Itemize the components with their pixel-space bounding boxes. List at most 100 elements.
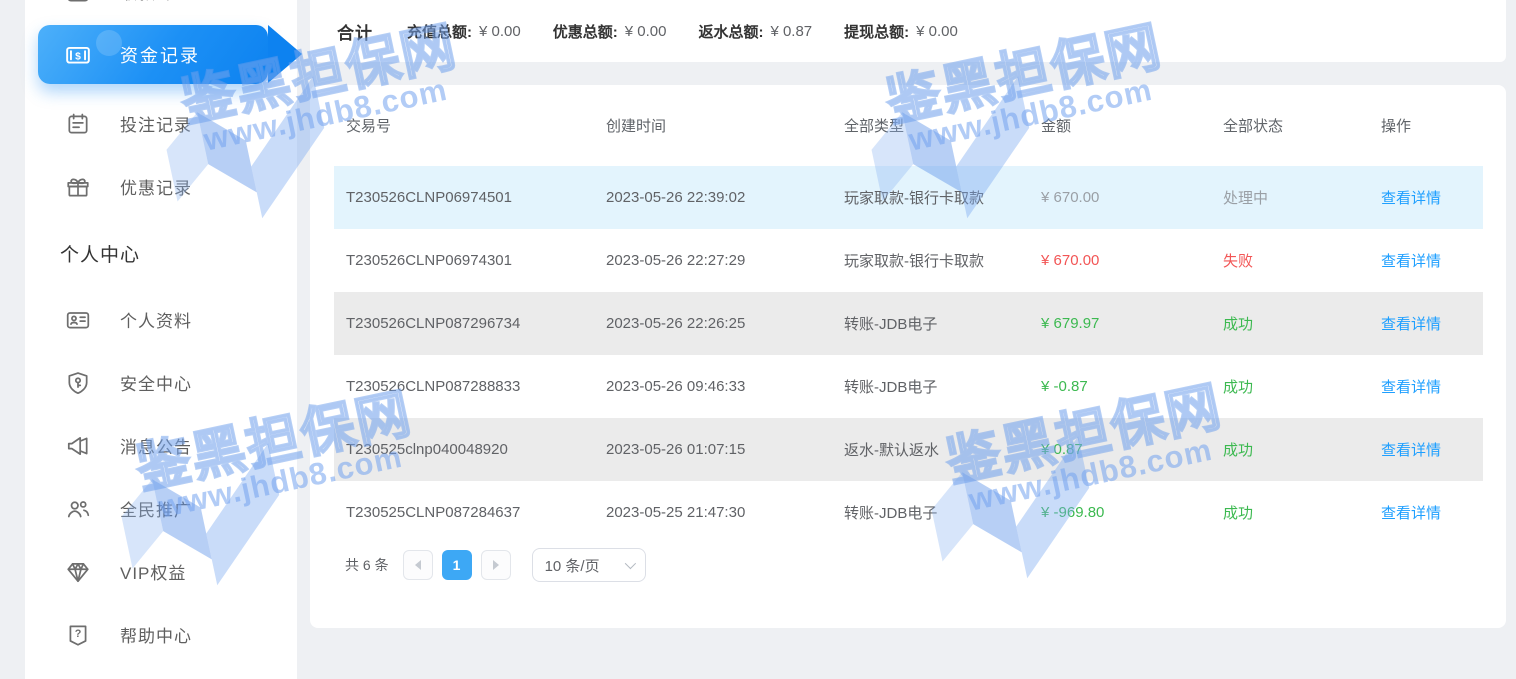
column-header-created-time[interactable]: 创建时间 [606, 115, 844, 136]
summary-bar: 合计 充值总额: ¥ 0.00 优惠总额: ¥ 0.00 返水总额: ¥ 0.8… [310, 0, 1506, 62]
cell-transaction-id: T230526CLNP087296734 [346, 315, 606, 332]
sidebar-item-security-center[interactable]: 安全中心 [25, 351, 297, 414]
cell-created-time: 2023-05-26 22:39:02 [606, 189, 844, 206]
next-arrow-icon [493, 560, 499, 570]
column-header-status[interactable]: 全部状态 [1223, 115, 1381, 136]
view-details-link[interactable]: 查看详情 [1381, 190, 1441, 207]
sidebar-item-promo-records[interactable]: 优惠记录 [25, 155, 297, 218]
cell-status: 成功 [1223, 502, 1381, 523]
view-details-link[interactable]: 查看详情 [1381, 505, 1441, 522]
table-header-row: 交易号 创建时间 全部类型 金额 全部状态 操作 [334, 85, 1482, 166]
help-icon: ? [65, 622, 91, 648]
sidebar-item-profile[interactable]: 个人资料 [25, 288, 297, 351]
summary-item-label: 返水总额: [698, 21, 763, 42]
gift-icon [65, 174, 91, 200]
table-row: T230526CLNP087288833 2023-05-26 09:46:33… [334, 355, 1483, 418]
view-details-link[interactable]: 查看详情 [1381, 442, 1441, 459]
shield-key-icon [65, 370, 91, 396]
cell-type: 转账-JDB电子 [844, 376, 1041, 397]
cell-transaction-id: T230526CLNP06974301 [346, 252, 606, 269]
sidebar-item-label: 安全中心 [120, 370, 192, 395]
prev-page-button[interactable] [403, 550, 433, 580]
sidebar-item-label: VIP权益 [120, 559, 186, 584]
diamond-icon [65, 559, 91, 585]
funds-record-table: 交易号 创建时间 全部类型 金额 全部状态 操作 T230526CLNP0697… [310, 85, 1506, 628]
sidebar-item-vip[interactable]: VIP权益 [25, 540, 297, 603]
id-card-icon [65, 307, 91, 333]
page-size-value: 10 条/页 [545, 555, 600, 576]
cell-transaction-id: T230525CLNP087284637 [346, 504, 606, 521]
cell-type: 转账-JDB电子 [844, 313, 1041, 334]
table-row: T230526CLNP06974501 2023-05-26 22:39:02 … [334, 166, 1483, 229]
cell-transaction-id: T230526CLNP06974501 [346, 189, 606, 206]
summary-item: 优惠总额: ¥ 0.00 [553, 21, 667, 42]
column-header-amount[interactable]: 金额 [1041, 115, 1223, 136]
svg-text:$: $ [75, 51, 81, 62]
sidebar-item-label: 资金记录 [120, 42, 200, 68]
sidebar-item-promotion[interactable]: 全民推广 [25, 477, 297, 540]
sidebar-item-label: 帮助中心 [120, 622, 192, 647]
sidebar-item-label: 个人资料 [120, 307, 192, 332]
cell-transaction-id: T230525clnp040048920 [346, 441, 606, 458]
sidebar-item-announcements[interactable]: 消息公告 [25, 414, 297, 477]
megaphone-icon [65, 433, 91, 459]
prev-arrow-icon [415, 560, 421, 570]
view-details-link[interactable]: 查看详情 [1381, 316, 1441, 333]
next-page-button[interactable] [481, 550, 511, 580]
sidebar-item-label: 全民推广 [120, 496, 192, 521]
summary-item-label: 充值总额: [407, 21, 472, 42]
cell-amount: ¥ 670.00 [1041, 252, 1223, 269]
cell-amount: ¥ -969.80 [1041, 504, 1223, 521]
summary-item-label: 提现总额: [844, 21, 909, 42]
summary-item-label: 优惠总额: [553, 21, 618, 42]
table-row: T230525clnp040048920 2023-05-26 01:07:15… [334, 418, 1483, 481]
column-header-transaction-id[interactable]: 交易号 [346, 115, 606, 136]
cell-created-time: 2023-05-26 01:07:15 [606, 441, 844, 458]
table-row: T230525CLNP087284637 2023-05-25 21:47:30… [334, 481, 1483, 544]
cell-type: 返水-默认返水 [844, 439, 1041, 460]
view-details-link[interactable]: 查看详情 [1381, 253, 1441, 270]
sidebar-item-label: 优惠记录 [120, 174, 192, 199]
sidebar: 取款专区 $ 资金记录 投注记录 优惠记录 个人中心 个人资料 [25, 0, 297, 679]
summary-item: 提现总额: ¥ 0.00 [844, 21, 958, 42]
sidebar-item-withdraw-clipped[interactable]: 取款专区 [25, 0, 297, 23]
cell-status: 失败 [1223, 250, 1381, 271]
sidebar-item-label: 投注记录 [120, 111, 192, 136]
summary-item: 返水总额: ¥ 0.87 [698, 21, 812, 42]
summary-item: 充值总额: ¥ 0.00 [407, 21, 521, 42]
sidebar-item-label: 取款专区 [120, 0, 192, 4]
bet-record-icon [65, 111, 91, 137]
sidebar-item-bet-records[interactable]: 投注记录 [25, 92, 297, 155]
table-body: T230526CLNP06974501 2023-05-26 22:39:02 … [334, 166, 1483, 544]
wallet-icon [65, 0, 91, 5]
banknote-icon: $ [65, 42, 91, 68]
column-header-actions: 操作 [1381, 115, 1482, 136]
cell-amount: ¥ -0.87 [1041, 378, 1223, 395]
page-size-select[interactable]: 10 条/页 [532, 548, 646, 582]
cell-transaction-id: T230526CLNP087288833 [346, 378, 606, 395]
column-header-type[interactable]: 全部类型 [844, 115, 1041, 136]
pagination-total: 共 6 条 [345, 555, 389, 575]
page-number-1[interactable]: 1 [442, 550, 472, 580]
cell-type: 玩家取款-银行卡取款 [844, 250, 1041, 271]
cell-type: 转账-JDB电子 [844, 502, 1041, 523]
summary-item-value: ¥ 0.00 [916, 23, 958, 40]
cell-status: 成功 [1223, 376, 1381, 397]
table-row: T230526CLNP087296734 2023-05-26 22:26:25… [334, 292, 1483, 355]
cell-created-time: 2023-05-26 22:26:25 [606, 315, 844, 332]
view-details-link[interactable]: 查看详情 [1381, 379, 1441, 396]
people-icon [65, 496, 91, 522]
summary-item-value: ¥ 0.00 [479, 23, 521, 40]
sidebar-item-funds-records[interactable]: $ 资金记录 [38, 25, 268, 84]
cell-status: 成功 [1223, 313, 1381, 334]
pagination: 共 6 条 1 10 条/页 [345, 548, 1506, 582]
summary-title: 合计 [337, 19, 373, 44]
svg-text:?: ? [75, 628, 82, 640]
sidebar-item-help-center[interactable]: ? 帮助中心 [25, 603, 297, 666]
summary-item-value: ¥ 0.87 [770, 23, 812, 40]
cell-created-time: 2023-05-26 22:27:29 [606, 252, 844, 269]
cell-amount: ¥ 670.00 [1041, 189, 1223, 206]
summary-item-value: ¥ 0.00 [625, 23, 667, 40]
chevron-down-icon [624, 558, 635, 569]
cell-created-time: 2023-05-25 21:47:30 [606, 504, 844, 521]
